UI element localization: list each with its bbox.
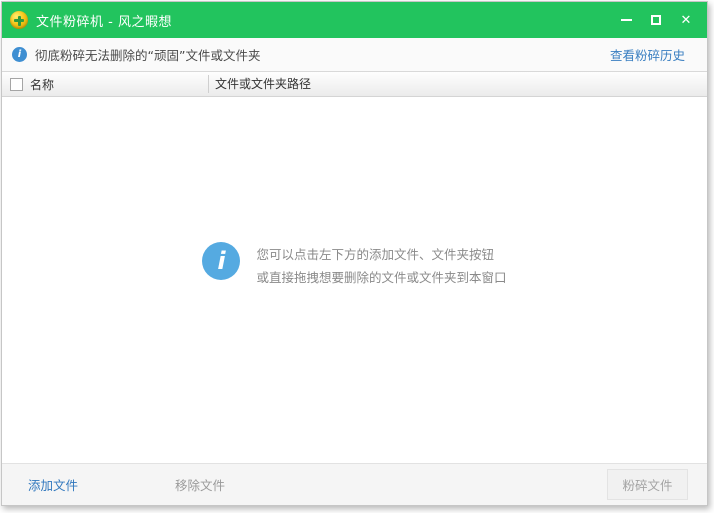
column-header-name[interactable]: 名称 — [30, 76, 54, 93]
minimize-button[interactable] — [611, 2, 641, 38]
select-all-checkbox[interactable] — [10, 77, 23, 91]
window-controls: ✕ — [611, 2, 701, 38]
maximize-button[interactable] — [641, 2, 671, 38]
minimize-icon — [620, 19, 632, 21]
table-header: 名称 文件或文件夹路径 — [2, 72, 707, 97]
info-banner-text: 彻底粉碎无法删除的“顽固”文件或文件夹 — [35, 48, 261, 63]
empty-hint-line1: 您可以点击左下方的添加文件、文件夹按钮 — [256, 247, 494, 262]
info-icon-large: i — [202, 242, 241, 280]
maximize-icon — [651, 15, 661, 25]
close-icon: ✕ — [680, 12, 692, 28]
remove-file-button[interactable]: 移除文件 — [175, 475, 225, 494]
empty-hint-line2: 或直接拖拽想要删除的文件或文件夹到本窗口 — [256, 270, 507, 285]
view-shred-history-link[interactable]: 查看粉碎历史 — [610, 45, 685, 64]
close-button[interactable]: ✕ — [671, 2, 701, 38]
column-divider[interactable] — [208, 75, 209, 93]
footer-toolbar: 添加文件 移除文件 粉碎文件 — [2, 463, 707, 505]
empty-hint-text: 您可以点击左下方的添加文件、文件夹按钮 或直接拖拽想要删除的文件或文件夹到本窗口 — [256, 242, 506, 289]
titlebar: 文件粉碎机 - 风之暇想 ✕ — [2, 2, 707, 38]
column-header-path[interactable]: 文件或文件夹路径 — [215, 72, 311, 97]
empty-state-hint: i 您可以点击左下方的添加文件、文件夹按钮 或直接拖拽想要删除的文件或文件夹到本… — [2, 242, 707, 289]
shred-file-button[interactable]: 粉碎文件 — [607, 469, 688, 500]
add-file-button[interactable]: 添加文件 — [28, 475, 78, 494]
window-title: 文件粉碎机 - 风之暇想 — [36, 14, 172, 30]
file-list-area[interactable]: i 您可以点击左下方的添加文件、文件夹按钮 或直接拖拽想要删除的文件或文件夹到本… — [2, 97, 707, 463]
info-banner: i 彻底粉碎无法删除的“顽固”文件或文件夹 查看粉碎历史 — [2, 38, 707, 72]
app-window: 文件粉碎机 - 风之暇想 ✕ i 彻底粉碎无法删除的“顽固”文件或文件夹 查看粉… — [1, 1, 708, 506]
info-icon: i — [12, 47, 27, 62]
app-logo-icon — [10, 11, 28, 29]
